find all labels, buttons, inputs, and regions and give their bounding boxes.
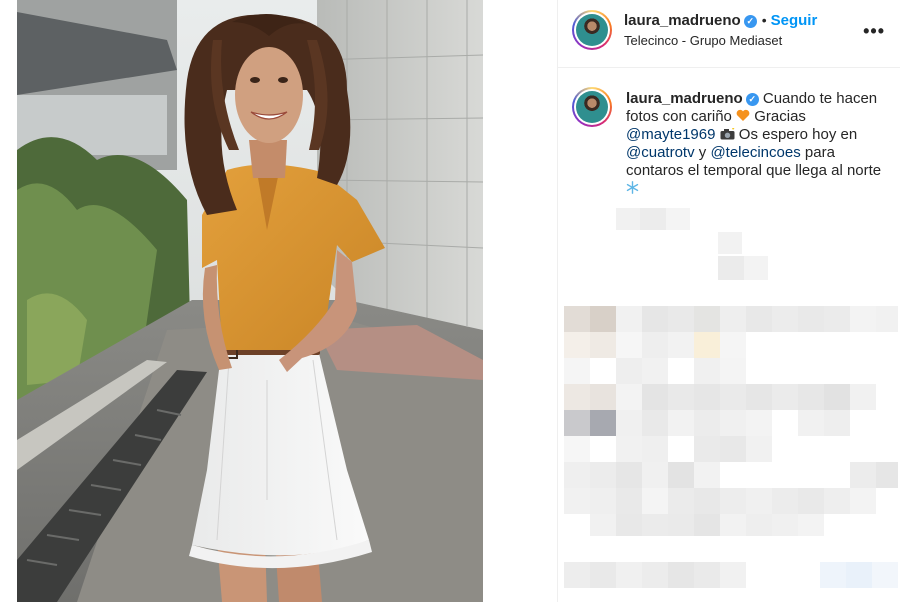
caption-text-part: Os espero hoy en <box>734 126 858 143</box>
post-photo[interactable] <box>17 0 483 602</box>
avatar-image <box>576 91 608 123</box>
snowflake-emoji <box>626 181 639 194</box>
camera-flash-emoji <box>720 128 735 140</box>
separator-dot: • <box>761 12 767 28</box>
pixelated-comments-area <box>558 200 900 602</box>
caption-text-part: Gracias <box>750 108 806 125</box>
verified-badge-icon: ✓ <box>743 15 757 28</box>
avatar-ring-inner <box>574 12 610 48</box>
location-link[interactable]: Telecinco - Grupo Mediaset <box>624 33 782 48</box>
caption-text: laura_madrueno ✓ Cuando te hacen fotos co… <box>626 90 888 198</box>
follow-button[interactable]: Seguir <box>771 12 818 29</box>
header-user-row: laura_madrueno ✓ • Seguir <box>624 12 817 30</box>
avatar-ring-inner <box>574 89 610 125</box>
instagram-post: laura_madrueno ✓ • Seguir Telecinco - Grupo… <box>0 0 900 602</box>
avatar[interactable] <box>572 10 612 50</box>
mention-link[interactable]: @mayte1969 <box>626 126 715 143</box>
caption-username-link[interactable]: laura_madrueno <box>626 90 743 107</box>
mention-link[interactable]: @telecincoes <box>710 144 800 161</box>
mention-link[interactable]: @cuatrotv <box>626 144 695 161</box>
header-username-link[interactable]: laura_madrueno <box>624 12 741 29</box>
caption-text-part: y <box>694 144 711 161</box>
more-options-icon[interactable]: ••• <box>863 22 885 40</box>
post-header: laura_madrueno ✓ • Seguir Telecinco - Grupo… <box>558 0 900 68</box>
verified-badge-icon: ✓ <box>745 93 759 106</box>
caption-avatar[interactable] <box>572 87 612 127</box>
avatar-image <box>576 14 608 46</box>
orange-heart-emoji <box>736 109 750 121</box>
post-side-panel: laura_madrueno ✓ • Seguir Telecinco - Grupo… <box>557 0 900 602</box>
photo-illustration <box>17 0 483 602</box>
